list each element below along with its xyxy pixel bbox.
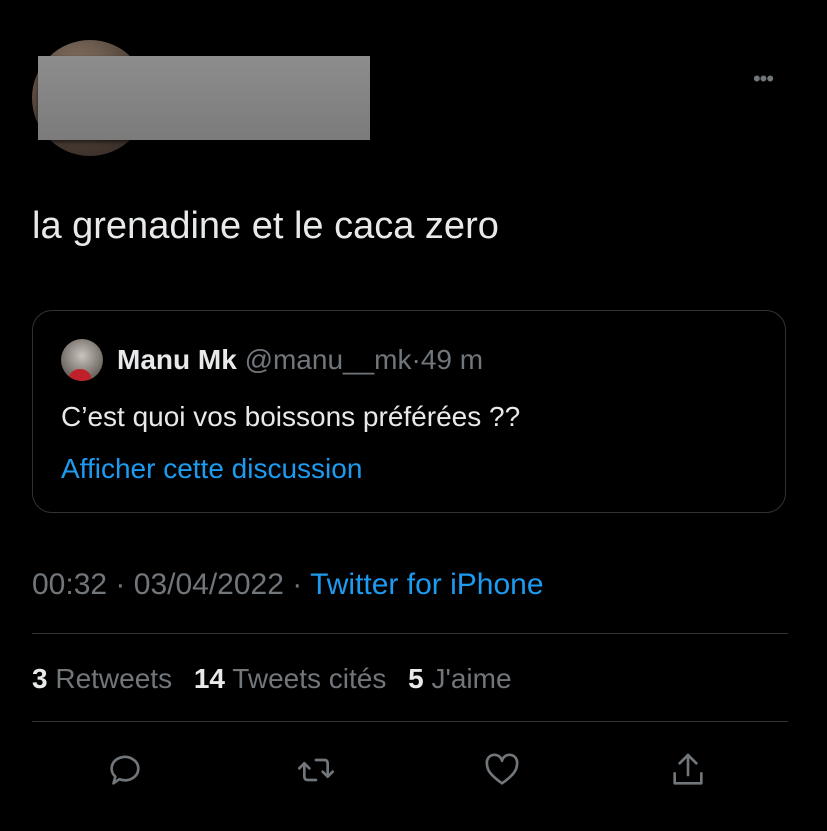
redacted-author-name: [38, 56, 370, 140]
separator-dot: ·: [115, 568, 126, 601]
tweet-time: 00:32: [32, 568, 108, 601]
quoted-author-handle: @manu__mk: [244, 344, 412, 375]
quoted-tweet-age: 49 m: [420, 344, 484, 375]
separator-dot: ·: [411, 344, 421, 375]
more-horizontal-icon[interactable]: •••: [743, 66, 783, 91]
quote-tweets-stat[interactable]: 14 Tweets cités: [194, 663, 387, 694]
divider: [32, 633, 788, 634]
retweets-label: Retweets: [55, 663, 173, 694]
likes-label: J'aime: [431, 663, 512, 694]
show-thread-link[interactable]: Afficher cette discussion: [61, 453, 362, 485]
quoted-author-avatar: [61, 339, 103, 381]
quoted-tweet[interactable]: Manu Mk @manu__mk·49 m C’est quoi vos bo…: [32, 310, 786, 513]
quoted-tweet-text: C’est quoi vos boissons préférées ??: [61, 401, 521, 432]
retweet-icon[interactable]: [296, 750, 336, 790]
quoted-author-name: Manu Mk: [117, 344, 237, 375]
quoted-tweet-header: Manu Mk @manu__mk·49 m: [117, 344, 483, 376]
tweet-text: la grenadine et le caca zero: [32, 205, 499, 247]
retweets-stat[interactable]: 3 Retweets: [32, 663, 172, 694]
tweet-action-bar: [0, 750, 827, 790]
likes-stat[interactable]: 5 J'aime: [408, 663, 511, 694]
share-icon[interactable]: [668, 750, 708, 790]
separator-dot: ·: [292, 568, 303, 601]
reply-icon[interactable]: [106, 750, 146, 790]
like-icon[interactable]: [482, 750, 522, 790]
tweet-metadata: 00:32 · 03/04/2022 · Twitter for iPhone: [32, 568, 544, 602]
likes-count: 5: [408, 663, 424, 694]
tweet-source-link[interactable]: Twitter for iPhone: [310, 568, 543, 601]
quote-tweets-label: Tweets cités: [232, 663, 387, 694]
quote-tweets-count: 14: [193, 663, 226, 694]
divider: [32, 721, 788, 722]
tweet-date: 03/04/2022: [133, 568, 284, 601]
tweet-stats: 3 Retweets 14 Tweets cités 5 J'aime: [32, 663, 526, 695]
retweets-count: 3: [32, 663, 48, 694]
